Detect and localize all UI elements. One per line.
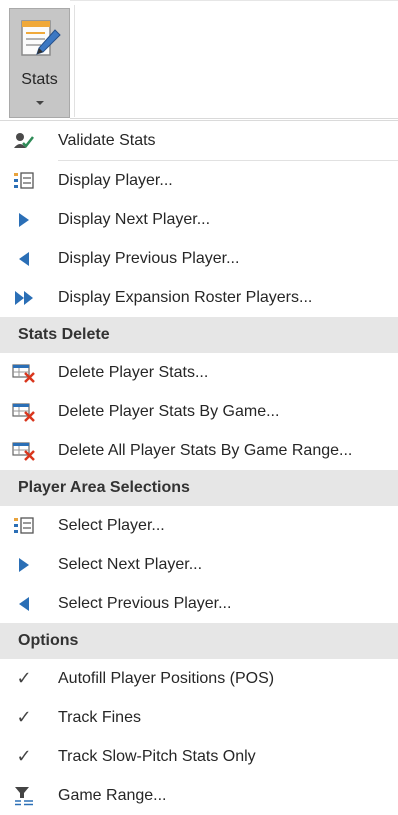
previous-arrow-icon [11, 593, 37, 615]
menu-item-label: Select Next Player... [58, 555, 203, 573]
stats-edit-icon [21, 20, 61, 56]
ribbon-bottom-border [70, 118, 398, 119]
stats-dropdown-button[interactable]: Stats [9, 8, 70, 118]
chevron-down-icon [36, 101, 44, 105]
menu-item-label: Display Next Player... [58, 210, 211, 228]
ribbon-panel [70, 0, 398, 119]
menu-item-delete-player-stats[interactable]: Delete Player Stats... [0, 353, 398, 392]
menu-item-label: Display Expansion Roster Players... [58, 288, 313, 306]
menu-item-delete-all-stats-by-game-range[interactable]: Delete All Player Stats By Game Range... [0, 431, 398, 470]
section-header-label: Options [18, 632, 79, 649]
checkmark-icon: ✓ [16, 746, 32, 766]
stats-button-label: Stats [21, 71, 58, 88]
section-header-label: Stats Delete [18, 326, 110, 343]
menu-item-delete-player-stats-by-game[interactable]: Delete Player Stats By Game... [0, 392, 398, 431]
menu-item-label: Track Slow-Pitch Stats Only [58, 747, 256, 765]
delete-table-icon [11, 401, 37, 423]
menu-item-display-previous-player[interactable]: Display Previous Player... [0, 239, 398, 278]
menu-item-label: Validate Stats [58, 131, 156, 149]
checkmark-icon: ✓ [16, 707, 32, 727]
player-list-icon [11, 170, 37, 192]
delete-table-icon [11, 362, 37, 384]
ribbon-divider [74, 5, 75, 117]
menu-item-label: Select Previous Player... [58, 594, 232, 612]
menu-item-display-next-player[interactable]: Display Next Player... [0, 200, 398, 239]
checkmark-icon: ✓ [16, 668, 32, 688]
player-list-icon [11, 515, 37, 537]
menu-item-display-expansion-roster[interactable]: Display Expansion Roster Players... [0, 278, 398, 317]
menu-item-select-next-player[interactable]: Select Next Player... [0, 545, 398, 584]
section-header-label: Player Area Selections [18, 479, 190, 496]
menu-item-label: Track Fines [58, 708, 141, 726]
menu-item-label: Delete Player Stats By Game... [58, 402, 280, 420]
menu-item-display-player[interactable]: Display Player... [0, 161, 398, 200]
previous-arrow-icon [11, 248, 37, 270]
menu-item-label: Delete All Player Stats By Game Range... [58, 441, 353, 459]
menu-item-validate-stats[interactable]: Validate Stats [0, 121, 398, 160]
section-header-player-area-selections: Player Area Selections [0, 470, 398, 506]
fast-forward-icon [11, 287, 37, 309]
menu-item-game-range[interactable]: Game Range... [0, 776, 398, 815]
menu-item-label: Select Player... [58, 516, 165, 534]
menu-item-track-fines[interactable]: ✓ Track Fines [0, 698, 398, 737]
stats-dropdown-menu: Validate Stats Display Player... Display… [0, 121, 398, 815]
filter-range-icon [11, 785, 37, 807]
menu-item-label: Display Previous Player... [58, 249, 240, 267]
next-arrow-icon [11, 209, 37, 231]
validate-stats-icon [11, 130, 37, 152]
menu-item-select-player[interactable]: Select Player... [0, 506, 398, 545]
menu-item-label: Autofill Player Positions (POS) [58, 669, 275, 687]
menu-item-label: Display Player... [58, 171, 173, 189]
menu-item-label: Game Range... [58, 786, 167, 804]
menu-item-autofill-positions[interactable]: ✓ Autofill Player Positions (POS) [0, 659, 398, 698]
delete-table-icon [11, 440, 37, 462]
menu-item-select-previous-player[interactable]: Select Previous Player... [0, 584, 398, 623]
menu-item-track-slow-pitch[interactable]: ✓ Track Slow-Pitch Stats Only [0, 737, 398, 776]
section-header-stats-delete: Stats Delete [0, 317, 398, 353]
ribbon: Stats [0, 0, 398, 120]
next-arrow-icon [11, 554, 37, 576]
menu-item-label: Delete Player Stats... [58, 363, 209, 381]
section-header-options: Options [0, 623, 398, 659]
